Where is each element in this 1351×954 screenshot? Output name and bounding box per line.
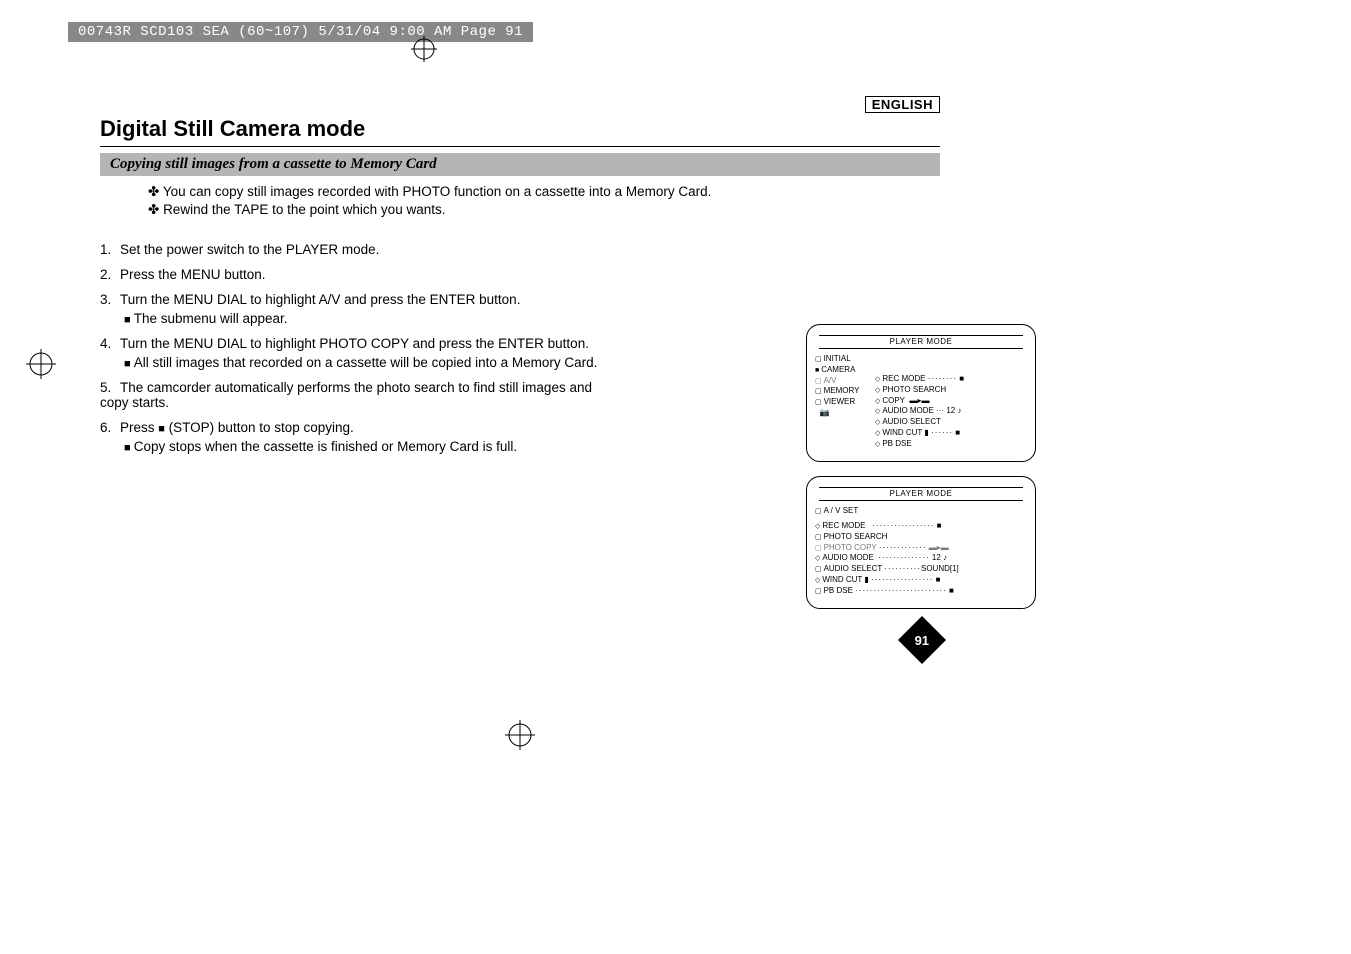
step-text-pre: Press — [120, 420, 158, 435]
lcd-sub-item: PHOTO SEARCH — [875, 385, 1027, 396]
lcd-header: PLAYER MODE — [819, 335, 1023, 349]
lcd-sub-item: PB DSE ························· ■ — [815, 586, 1027, 597]
step-number: 2. — [100, 267, 120, 282]
language-badge: ENGLISH — [865, 96, 940, 113]
page-number-badge: 91 — [905, 623, 939, 657]
step-number: 1. — [100, 242, 120, 257]
step-text-post: (STOP) button to stop copying. — [165, 420, 354, 435]
lcd-sub-item: WIND CUT ▮ ················· ■ — [815, 575, 1027, 586]
section-subtitle: Copying still images from a cassette to … — [100, 153, 940, 176]
step-text: Press the MENU button. — [120, 267, 266, 282]
step-text: The camcorder automatically performs the… — [100, 380, 592, 410]
lcd-sub-item-highlight: PHOTO COPY ············· ▬▸▬ — [815, 543, 1027, 554]
step-number: 6. — [100, 420, 120, 435]
lcd-sub-item: REC MODE ········ ■ — [875, 374, 1027, 385]
lcd-illustrations: PLAYER MODE INITIAL CAMERA A/V MEMORY VI… — [806, 324, 1036, 623]
step-sub: The submenu will appear. — [124, 311, 600, 326]
lcd-screen-1: PLAYER MODE INITIAL CAMERA A/V MEMORY VI… — [806, 324, 1036, 462]
step-item: 2.Press the MENU button. — [100, 267, 600, 282]
step-item: 6.Press ■ (STOP) button to stop copying.… — [100, 420, 600, 454]
lcd-sub-item: PHOTO SEARCH — [815, 532, 1027, 543]
lcd-empty — [875, 354, 1027, 364]
lcd-sub-item: REC MODE ················· ■ — [815, 521, 1027, 532]
print-job-header: 00743R SCD103 SEA (60~107) 5/31/04 9:00 … — [68, 22, 533, 42]
step-number: 4. — [100, 336, 120, 351]
lcd-sub-item: WIND CUT ▮ ······ ■ — [875, 428, 1027, 439]
registration-mark-top — [411, 36, 437, 62]
step-item: 1.Set the power switch to the PLAYER mod… — [100, 242, 600, 257]
step-item: 4.Turn the MENU DIAL to highlight PHOTO … — [100, 336, 600, 370]
page-title: Digital Still Camera mode — [100, 116, 940, 142]
step-text: Turn the MENU DIAL to highlight PHOTO CO… — [120, 336, 589, 351]
step-sub: Copy stops when the cassette is finished… — [124, 439, 600, 454]
intro-item: Rewind the TAPE to the point which you w… — [148, 202, 940, 218]
lcd-screen-2: PLAYER MODE A / V SET REC MODE ·········… — [806, 476, 1036, 609]
step-text: Turn the MENU DIAL to highlight A/V and … — [120, 292, 520, 307]
lcd-empty — [875, 364, 1027, 374]
lcd-sub-item: AUDIO SELECT ··········SOUND[1] — [815, 564, 1027, 575]
step-number: 5. — [100, 380, 120, 395]
lcd-menu-item-selected: A/V — [815, 376, 875, 387]
lcd-sub-item: AUDIO SELECT — [875, 417, 1027, 428]
lcd-header: PLAYER MODE — [819, 487, 1023, 501]
intro-list: You can copy still images recorded with … — [108, 184, 940, 218]
registration-mark-bottom — [505, 720, 535, 750]
step-text: Set the power switch to the PLAYER mode. — [120, 242, 379, 257]
lcd-sub-item: PB DSE — [875, 439, 1027, 450]
stop-icon: ■ — [158, 423, 165, 435]
title-rule — [100, 146, 940, 147]
lcd-menu-item: VIEWER — [815, 397, 875, 408]
lcd-menu-item: INITIAL — [815, 354, 875, 365]
lcd-sub-item: COPY ▬▸▬ — [875, 396, 1027, 407]
lcd-menu-item: MEMORY — [815, 386, 875, 397]
step-sub: All still images that recorded on a cass… — [124, 355, 600, 370]
lcd-camera-icon: 📷 — [815, 408, 875, 418]
step-item: 5.The camcorder automatically performs t… — [100, 380, 600, 410]
lcd-section-title: A / V SET — [815, 506, 1027, 517]
intro-item: You can copy still images recorded with … — [148, 184, 940, 200]
manual-page: ENGLISH Digital Still Camera mode Copyin… — [100, 96, 940, 464]
registration-mark-left — [26, 349, 56, 379]
step-number: 3. — [100, 292, 120, 307]
lcd-menu-item: CAMERA — [815, 365, 875, 376]
step-item: 3.Turn the MENU DIAL to highlight A/V an… — [100, 292, 600, 326]
lcd-sub-item: AUDIO MODE ··· 12 ♪ — [875, 406, 1027, 417]
page-number: 91 — [915, 633, 929, 648]
lcd-sub-item: AUDIO MODE ·············· 12 ♪ — [815, 553, 1027, 564]
